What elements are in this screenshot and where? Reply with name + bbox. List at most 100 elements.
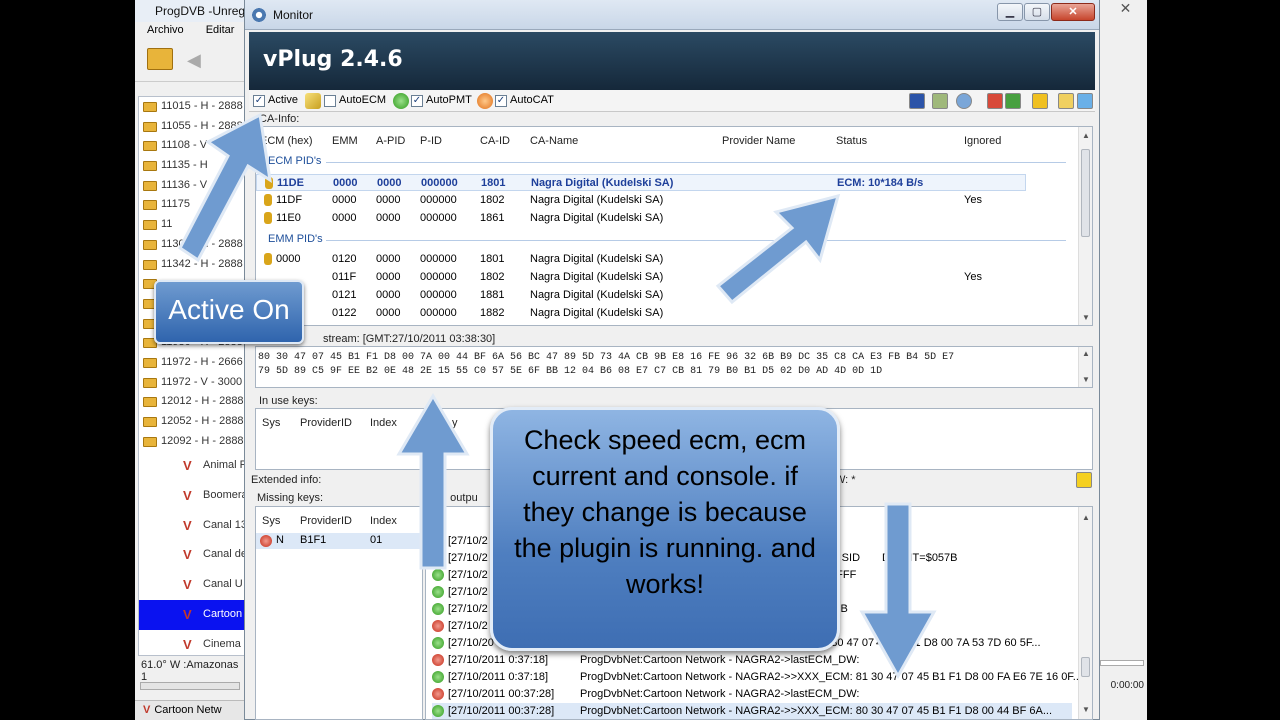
open-folder-icon[interactable] — [147, 48, 173, 70]
ca-col-header[interactable]: EMM — [332, 135, 358, 147]
transponder-label: 12052 - H - 2888 — [161, 415, 244, 427]
autopmt-checkbox[interactable]: ✓ — [411, 95, 423, 107]
log-time: [27/10/2011 0:37:18] — [448, 654, 549, 666]
progdvb-close-button[interactable]: ✕ — [1104, 0, 1147, 18]
caname-cell: Nagra Digital (Kudelski SA) — [530, 253, 664, 265]
pid-cell: 000000 — [420, 253, 457, 265]
ca-col-header[interactable]: Provider Name — [722, 135, 795, 147]
folder-icon — [143, 220, 157, 231]
radiation-icon[interactable] — [1076, 472, 1092, 488]
green-pen-icon[interactable] — [1005, 93, 1021, 109]
transponder-item[interactable]: 12012 - H - 2888 — [139, 392, 245, 412]
log-row[interactable]: [27/10/2011 0:37:18] ProgDvbNet:Cartoon N… — [432, 652, 1072, 669]
letterbox-right — [1147, 0, 1280, 720]
keys-col-sys: Sys — [262, 417, 281, 429]
ca-scrollbar[interactable]: ▲ ▼ — [1078, 127, 1092, 325]
refresh-orange-icon[interactable] — [477, 93, 493, 109]
emm-row[interactable]: 0000 0120 0000 000000 1801 Nagra Digital (Kud… — [256, 251, 1026, 268]
current-channel: Cartoon Netw — [154, 704, 222, 716]
caid-cell: 1801 — [480, 253, 505, 265]
ok-status-icon — [432, 705, 444, 717]
vplug-banner: vPlug 2.4.6 — [249, 32, 1095, 90]
reload-icon[interactable] — [956, 93, 972, 109]
active-checkbox[interactable]: ✓ — [253, 95, 265, 107]
maximize-button[interactable]: ▢ — [1024, 3, 1050, 21]
minimize-button[interactable]: ▁ — [997, 3, 1023, 21]
emm-row[interactable]: 0122 0000 000000 1882 Nagra Digital (Kudelsk… — [256, 305, 1026, 322]
log-message: ProgDvbNet:Cartoon Network - NAGRA2->las… — [580, 654, 860, 666]
channel-item[interactable]: V Animal P — [139, 451, 245, 481]
log-scrollbar[interactable]: ▲ ▼ — [1078, 507, 1092, 719]
log-time: [27/10/20 — [448, 637, 494, 649]
close-button[interactable]: ✕ — [1051, 3, 1095, 21]
emm-cell: 011F — [332, 271, 357, 283]
caname-cell: Nagra Digital (Kudelski SA) — [530, 271, 664, 283]
error-icon — [260, 535, 272, 547]
progdvb-title: ProgDVB -Unreg — [135, 0, 245, 22]
channel-item[interactable]: V Canal de — [139, 540, 245, 570]
ca-col-header[interactable]: Status — [836, 135, 867, 147]
folder-icon — [143, 417, 157, 427]
channel-item[interactable]: V Boomera — [139, 481, 245, 511]
refresh-green-icon[interactable] — [393, 93, 409, 109]
menu-editar[interactable]: Editar — [206, 24, 235, 38]
hex-scrollbar[interactable]: ▲ ▼ — [1078, 347, 1092, 387]
transponder-item[interactable]: 11972 - H - 2666 — [139, 353, 245, 373]
apid-cell: 0000 — [376, 194, 401, 206]
apid-cell: 0000 — [376, 253, 401, 265]
log-row[interactable]: [27/10/2011 0:37:18] ProgDvbNet:Cartoon N… — [432, 669, 1082, 686]
log-row[interactable]: [27/10/2011 00:37:28] ProgDvbNet:Cartoon … — [432, 703, 1072, 719]
ecm-row[interactable]: 11E0 0000 0000 000000 1861 Nagra Digital (Kud… — [256, 210, 1026, 227]
ecm-row[interactable]: 11DE 0000 0000 000000 1801 Nagra Digital (Kud… — [256, 174, 1026, 191]
pencil-icon[interactable] — [305, 93, 321, 109]
apid-cell: 0000 — [376, 289, 401, 301]
active-label: Active — [268, 94, 298, 106]
transponder-item[interactable]: 12052 - H - 2888 — [139, 412, 245, 432]
volume-slider[interactable] — [1100, 660, 1144, 666]
emm-row[interactable]: 011F 0000 000000 1802 Nagra Digital (Kudelsk… — [256, 269, 1026, 286]
ca-col-header[interactable]: CA-ID — [480, 135, 510, 147]
ca-col-header[interactable]: CA-Name — [530, 135, 578, 147]
in-use-keys-label: In use keys: — [259, 395, 318, 407]
channel-item[interactable]: V Canal U — [139, 570, 245, 600]
progdvb-slider[interactable] — [140, 682, 240, 690]
autoecm-checkbox[interactable] — [324, 95, 336, 107]
missing-provider: B1F1 — [300, 534, 327, 546]
missing-col-index: Index — [370, 515, 397, 527]
transponder-item[interactable]: 12092 - H - 2888 — [139, 432, 245, 452]
log-time: [27/10/2 — [448, 586, 488, 598]
channel-label: Cartoon — [203, 607, 243, 620]
back-arrow-icon[interactable]: ◀ — [187, 51, 211, 69]
keys-col-provider: ProviderID — [300, 417, 352, 429]
channel-item[interactable]: V Canal 13 — [139, 511, 245, 541]
log-message: ProgDvbNet:Cartoon Network - NAGRA2->>XX… — [580, 705, 1053, 717]
folder-icon — [143, 259, 157, 270]
error-status-icon — [432, 654, 444, 666]
channel-item[interactable]: V Cartoon — [139, 599, 245, 630]
menu-archivo[interactable]: Archivo — [147, 24, 184, 38]
red-pen-icon[interactable] — [987, 93, 1003, 109]
tools-icon[interactable] — [932, 93, 948, 109]
transponder-item[interactable]: 11972 - V - 3000 — [139, 373, 245, 393]
save-icon[interactable] — [909, 93, 925, 109]
log-row[interactable]: [27/10/2011 00:37:28] ProgDvbNet:Cartoon … — [432, 686, 1072, 703]
caid-cell: 1802 — [480, 271, 505, 283]
pid-cell: 000000 — [420, 307, 457, 319]
emm-row[interactable]: 0121 0000 000000 1881 Nagra Digital (Kudelsk… — [256, 287, 1026, 304]
ok-status-icon — [432, 586, 444, 598]
progdvb-bottom-bar: V Cartoon Netw — [135, 700, 245, 720]
channel-item[interactable]: V Cinema — [139, 630, 245, 656]
ca-col-header[interactable]: A-PID — [376, 135, 405, 147]
ca-col-header[interactable]: Ignored — [964, 135, 1001, 147]
autocat-checkbox[interactable]: ✓ — [495, 95, 507, 107]
hex-line-2: 79 5D 89 C5 9F EE B2 0E 48 2E 15 55 C0 5… — [258, 366, 883, 377]
folder-icon — [143, 200, 157, 211]
transponder-label: 12012 - H - 2888 — [161, 395, 244, 408]
emm-cell: 0000 — [332, 194, 357, 206]
database-icon[interactable] — [1077, 93, 1093, 109]
banner-title: vPlug 2.4.6 — [263, 47, 403, 72]
edit-icon[interactable] — [1058, 93, 1074, 109]
ecm-row[interactable]: 11DF 0000 0000 000000 1802 Nagra Digital (Kud… — [256, 192, 1026, 209]
star-icon[interactable] — [1032, 93, 1048, 109]
ca-col-header[interactable]: P-ID — [420, 135, 442, 147]
